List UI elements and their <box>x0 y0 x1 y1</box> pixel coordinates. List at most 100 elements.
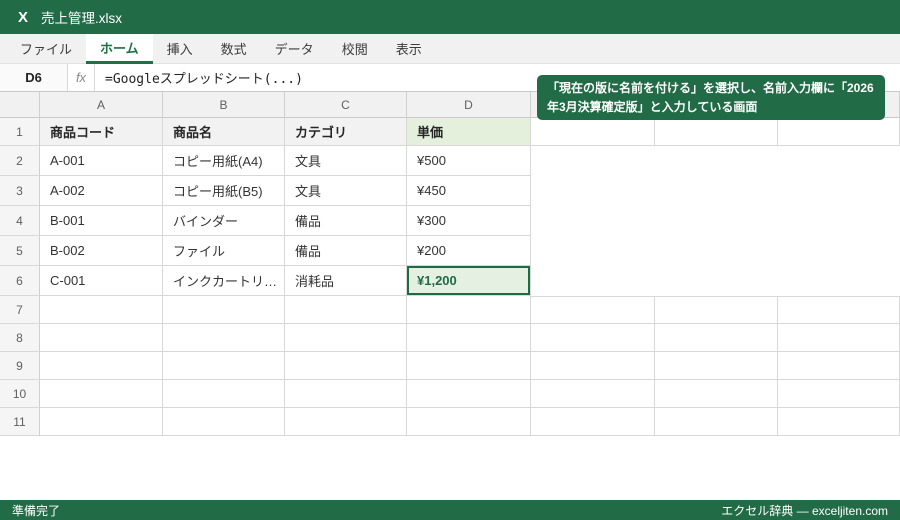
cell-C4[interactable]: 備品 <box>285 206 407 236</box>
cell-A8[interactable] <box>40 324 163 352</box>
cell-C11[interactable] <box>285 408 407 436</box>
cell-F1[interactable] <box>655 118 778 146</box>
cell-G5[interactable] <box>778 236 900 266</box>
column-header-C[interactable]: C <box>285 92 407 118</box>
cell-D11[interactable] <box>407 408 531 436</box>
cell-B9[interactable] <box>163 352 285 380</box>
cell-B6[interactable]: インクカートリ… <box>163 266 285 296</box>
cell-G2[interactable] <box>778 146 900 176</box>
cell-F6[interactable] <box>655 266 778 296</box>
cell-C7[interactable] <box>285 296 407 324</box>
cell-D6[interactable]: ¥1,200 <box>407 266 531 296</box>
row-number-7[interactable]: 7 <box>0 296 40 324</box>
row-number-11[interactable]: 11 <box>0 408 40 436</box>
cell-D7[interactable] <box>407 296 531 324</box>
cell-E1[interactable] <box>531 118 655 146</box>
cell-D1[interactable]: 単価 <box>407 118 531 146</box>
cell-A4[interactable]: B-001 <box>40 206 163 236</box>
cell-A2[interactable]: A-001 <box>40 146 163 176</box>
cell-B3[interactable]: コピー用紙(B5) <box>163 176 285 206</box>
cell-G8[interactable] <box>778 324 900 352</box>
cell-E2[interactable] <box>531 146 655 176</box>
cell-B5[interactable]: ファイル <box>163 236 285 266</box>
cell-B7[interactable] <box>163 296 285 324</box>
tab-review[interactable]: 校閲 <box>328 34 382 63</box>
cell-E4[interactable] <box>531 206 655 236</box>
cell-E8[interactable] <box>531 324 655 352</box>
cell-E11[interactable] <box>531 408 655 436</box>
cell-E5[interactable] <box>531 236 655 266</box>
cell-G7[interactable] <box>778 296 900 324</box>
cell-G11[interactable] <box>778 408 900 436</box>
tab-home[interactable]: ホーム <box>86 34 153 64</box>
cell-C5[interactable]: 備品 <box>285 236 407 266</box>
cell-A7[interactable] <box>40 296 163 324</box>
cell-C6[interactable]: 消耗品 <box>285 266 407 296</box>
cell-A10[interactable] <box>40 380 163 408</box>
cell-F4[interactable] <box>655 206 778 236</box>
column-header-A[interactable]: A <box>40 92 163 118</box>
cell-F8[interactable] <box>655 324 778 352</box>
row-number-4[interactable]: 4 <box>0 206 40 236</box>
cell-A11[interactable] <box>40 408 163 436</box>
row-number-5[interactable]: 5 <box>0 236 40 266</box>
column-header-D[interactable]: D <box>407 92 531 118</box>
tab-view[interactable]: 表示 <box>382 34 436 63</box>
cell-D2[interactable]: ¥500 <box>407 146 531 176</box>
cell-F10[interactable] <box>655 380 778 408</box>
row-number-6[interactable]: 6 <box>0 266 40 296</box>
cell-C3[interactable]: 文具 <box>285 176 407 206</box>
cell-F9[interactable] <box>655 352 778 380</box>
cell-B8[interactable] <box>163 324 285 352</box>
cell-B4[interactable]: バインダー <box>163 206 285 236</box>
cell-E10[interactable] <box>531 380 655 408</box>
cell-G6[interactable] <box>778 266 900 296</box>
select-all-corner[interactable] <box>0 92 40 118</box>
tab-file[interactable]: ファイル <box>6 34 86 63</box>
cell-F11[interactable] <box>655 408 778 436</box>
cell-G9[interactable] <box>778 352 900 380</box>
cell-G4[interactable] <box>778 206 900 236</box>
cell-B11[interactable] <box>163 408 285 436</box>
cell-D3[interactable]: ¥450 <box>407 176 531 206</box>
cell-F5[interactable] <box>655 236 778 266</box>
cell-E6[interactable] <box>531 266 655 296</box>
row-number-9[interactable]: 9 <box>0 352 40 380</box>
cell-C2[interactable]: 文具 <box>285 146 407 176</box>
cell-G3[interactable] <box>778 176 900 206</box>
cell-E7[interactable] <box>531 296 655 324</box>
cell-B2[interactable]: コピー用紙(A4) <box>163 146 285 176</box>
row-number-2[interactable]: 2 <box>0 146 40 176</box>
cell-F3[interactable] <box>655 176 778 206</box>
row-number-3[interactable]: 3 <box>0 176 40 206</box>
cell-A5[interactable]: B-002 <box>40 236 163 266</box>
cell-E3[interactable] <box>531 176 655 206</box>
cell-D5[interactable]: ¥200 <box>407 236 531 266</box>
cell-G1[interactable] <box>778 118 900 146</box>
tab-data[interactable]: データ <box>261 34 328 63</box>
row-number-1[interactable]: 1 <box>0 118 40 146</box>
cell-C9[interactable] <box>285 352 407 380</box>
cell-B10[interactable] <box>163 380 285 408</box>
name-box[interactable]: D6 <box>0 64 68 91</box>
row-number-10[interactable]: 10 <box>0 380 40 408</box>
row-number-8[interactable]: 8 <box>0 324 40 352</box>
cell-A9[interactable] <box>40 352 163 380</box>
cell-G10[interactable] <box>778 380 900 408</box>
cell-D8[interactable] <box>407 324 531 352</box>
cell-A1[interactable]: 商品コード <box>40 118 163 146</box>
cell-E9[interactable] <box>531 352 655 380</box>
tab-insert[interactable]: 挿入 <box>153 34 207 63</box>
cell-A3[interactable]: A-002 <box>40 176 163 206</box>
cell-C8[interactable] <box>285 324 407 352</box>
tab-formulas[interactable]: 数式 <box>207 34 261 63</box>
cell-F7[interactable] <box>655 296 778 324</box>
cell-C1[interactable]: カテゴリ <box>285 118 407 146</box>
cell-B1[interactable]: 商品名 <box>163 118 285 146</box>
cell-D4[interactable]: ¥300 <box>407 206 531 236</box>
cell-D9[interactable] <box>407 352 531 380</box>
cell-D10[interactable] <box>407 380 531 408</box>
cell-C10[interactable] <box>285 380 407 408</box>
cell-A6[interactable]: C-001 <box>40 266 163 296</box>
column-header-B[interactable]: B <box>163 92 285 118</box>
